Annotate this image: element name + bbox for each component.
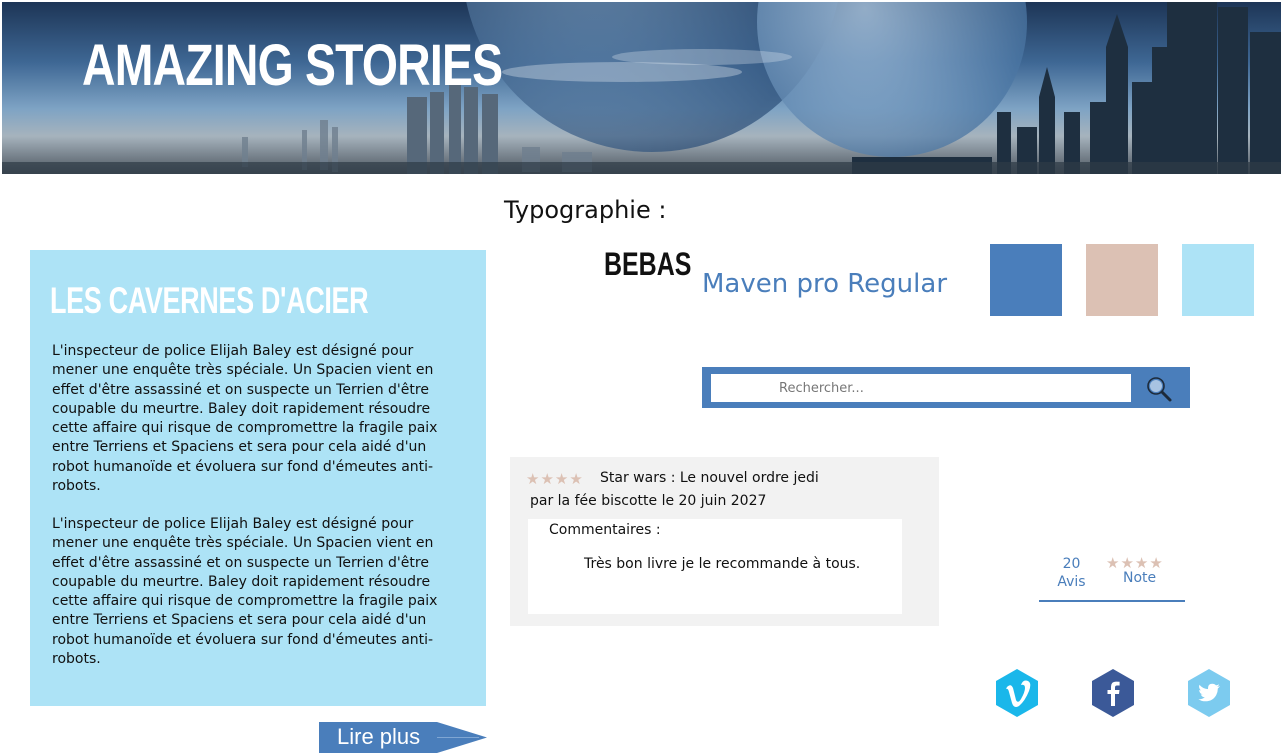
color-swatch-light-blue [1182,244,1254,316]
search-button[interactable] [1140,371,1180,405]
twitter-icon [1188,669,1230,717]
font-sample-bebas: BEBAS [604,246,692,282]
twitter-link[interactable] [1186,668,1232,718]
review-card: ★★★★ Star wars : Le nouvel ordre jedi pa… [510,457,939,626]
color-swatch-beige [1086,244,1158,316]
typography-label: Typographie : [504,196,667,224]
article-card: LES CAVERNES D'ACIER L'inspecteur de pol… [30,250,486,706]
article-title: LES CAVERNES D'ACIER [50,280,369,321]
comment-text: Très bon livre je le recommande à tous. [584,556,861,572]
review-meta: par la fée biscotte le 20 juin 2027 [530,493,767,509]
review-count-label: Avis [1057,574,1086,590]
read-more-label: Lire plus [337,724,421,749]
review-title[interactable]: Star wars : Le nouvel ordre jedi [600,470,819,486]
font-sample-maven: Maven pro Regular [702,269,948,299]
magnifier-icon [1147,377,1172,402]
search-input[interactable] [711,374,1131,402]
facebook-link[interactable] [1090,668,1136,718]
vimeo-link[interactable] [994,668,1040,718]
facebook-icon [1092,669,1134,717]
review-count: 20 [1062,556,1081,572]
review-star-icons: ★★★★ [526,470,584,488]
color-swatch-blue [990,244,1062,316]
rating-note-label: Note [1123,570,1157,586]
read-more-button[interactable]: Lire plus [319,722,487,753]
vimeo-icon [996,669,1038,717]
comment-label: Commentaires : [549,522,661,538]
site-title: AMAZING STORIES [82,33,503,98]
header-banner: AMAZING STORIES [2,2,1281,174]
comment-box: Commentaires : Très bon livre je le reco… [528,519,902,614]
article-paragraph: L'inspecteur de police Elijah Baley est … [52,343,438,495]
rating-summary: 20 Avis ★★★★ Note [1039,550,1185,602]
search-bar [702,367,1190,408]
article-paragraph: L'inspecteur de police Elijah Baley est … [52,516,438,668]
